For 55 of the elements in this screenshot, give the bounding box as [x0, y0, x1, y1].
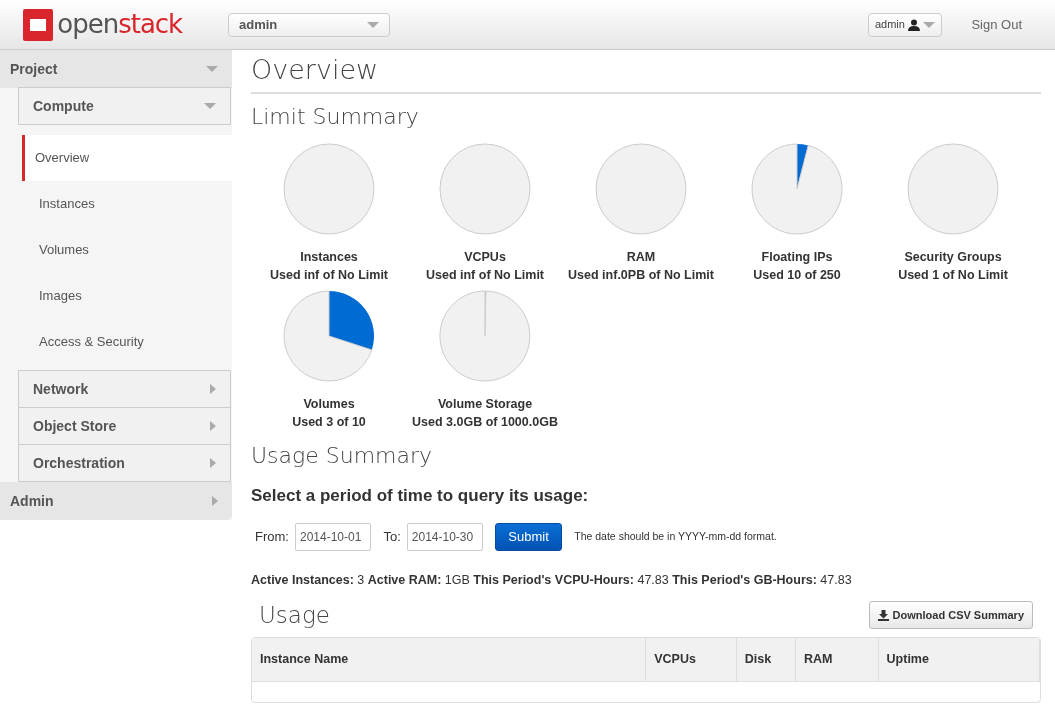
column-header: Instance Name [252, 638, 646, 682]
pie-usage: Used 3.0GB of 1000.0GB [412, 413, 558, 431]
logo-icon [22, 7, 54, 42]
query-heading: Select a period of time to query its usage: [251, 485, 590, 508]
sidebar-panel-header[interactable]: Orchestration [18, 444, 231, 482]
usage-stats: Active Instances: 3 Active RAM: 1GB This Period's VCPU-Hours: 47.83 This Period's GB-Hours: 47.83 [251, 571, 853, 589]
sidebar-panel-header[interactable]: Network [18, 370, 231, 408]
logo-text: openstack [57, 8, 183, 41]
download-icon [878, 609, 890, 621]
from-label: From: [255, 527, 289, 546]
sidebar-panel-header[interactable]: Compute [18, 87, 231, 125]
pie-title: Volumes [303, 395, 355, 413]
caret-right-icon [210, 421, 216, 431]
section-title: Usage Summary [251, 442, 434, 470]
pie-usage: Used inf of No Limit [425, 266, 545, 284]
column-header: Uptime [878, 638, 1040, 682]
date-format-hint: The date should be in YYYY-mm-dd format. [574, 528, 777, 544]
pie-title: Floating IPs [761, 248, 833, 266]
sidebar-nav-item[interactable]: Volumes [4, 227, 232, 273]
caret-right-icon [210, 458, 216, 468]
user-icon [908, 18, 921, 31]
column-header: VCPUs [645, 638, 737, 682]
sidebar-nav-item[interactable]: Access & Security [4, 319, 232, 365]
pie-usage: Used inf of No Limit [269, 266, 389, 284]
caret-right-icon [212, 496, 218, 506]
pie-usage: Used inf.0PB of No Limit [568, 266, 714, 284]
sidebar-dashboard-header[interactable]: Project [0, 50, 232, 88]
caret-down-icon [204, 103, 216, 109]
pie-title: Security Groups [904, 248, 1002, 266]
column-header: RAM [795, 638, 879, 682]
column-header: Disk [736, 638, 796, 682]
usage-title: Usage [259, 601, 330, 630]
pie-usage: Used 10 of 250 [753, 266, 841, 284]
caret-right-icon [210, 384, 216, 394]
sidebar-panel-header[interactable]: Object Store [18, 407, 231, 445]
from-date-field[interactable]: 2014-10-01 [294, 522, 371, 551]
page-title: Overview [251, 50, 1041, 95]
user-menu[interactable]: admin [867, 12, 943, 37]
pie-title: Volume Storage [437, 395, 533, 413]
caret-down-icon [206, 66, 218, 72]
download-csv-button[interactable]: Download CSV Summary [869, 601, 1033, 630]
pie-usage: Used 1 of No Limit [898, 266, 1008, 284]
to-label: To: [383, 527, 401, 546]
sign-out-link[interactable]: Sign Out [971, 14, 1022, 35]
sidebar-nav-item[interactable]: Images [4, 273, 232, 319]
project-selector[interactable]: admin [228, 12, 390, 37]
pie-usage: Used 3 of 10 [292, 413, 366, 431]
sidebar-nav-item[interactable]: Instances [4, 181, 232, 227]
pie-title: Instances [300, 248, 358, 266]
submit-button[interactable]: Submit [495, 522, 562, 551]
to-date-field[interactable]: 2014-10-30 [406, 522, 483, 551]
section-title: Limit Summary [251, 104, 420, 131]
pie-title: RAM [626, 248, 656, 266]
sidebar-dashboard-header[interactable]: Admin [0, 482, 232, 520]
pie-title: VCPUs [464, 248, 506, 266]
